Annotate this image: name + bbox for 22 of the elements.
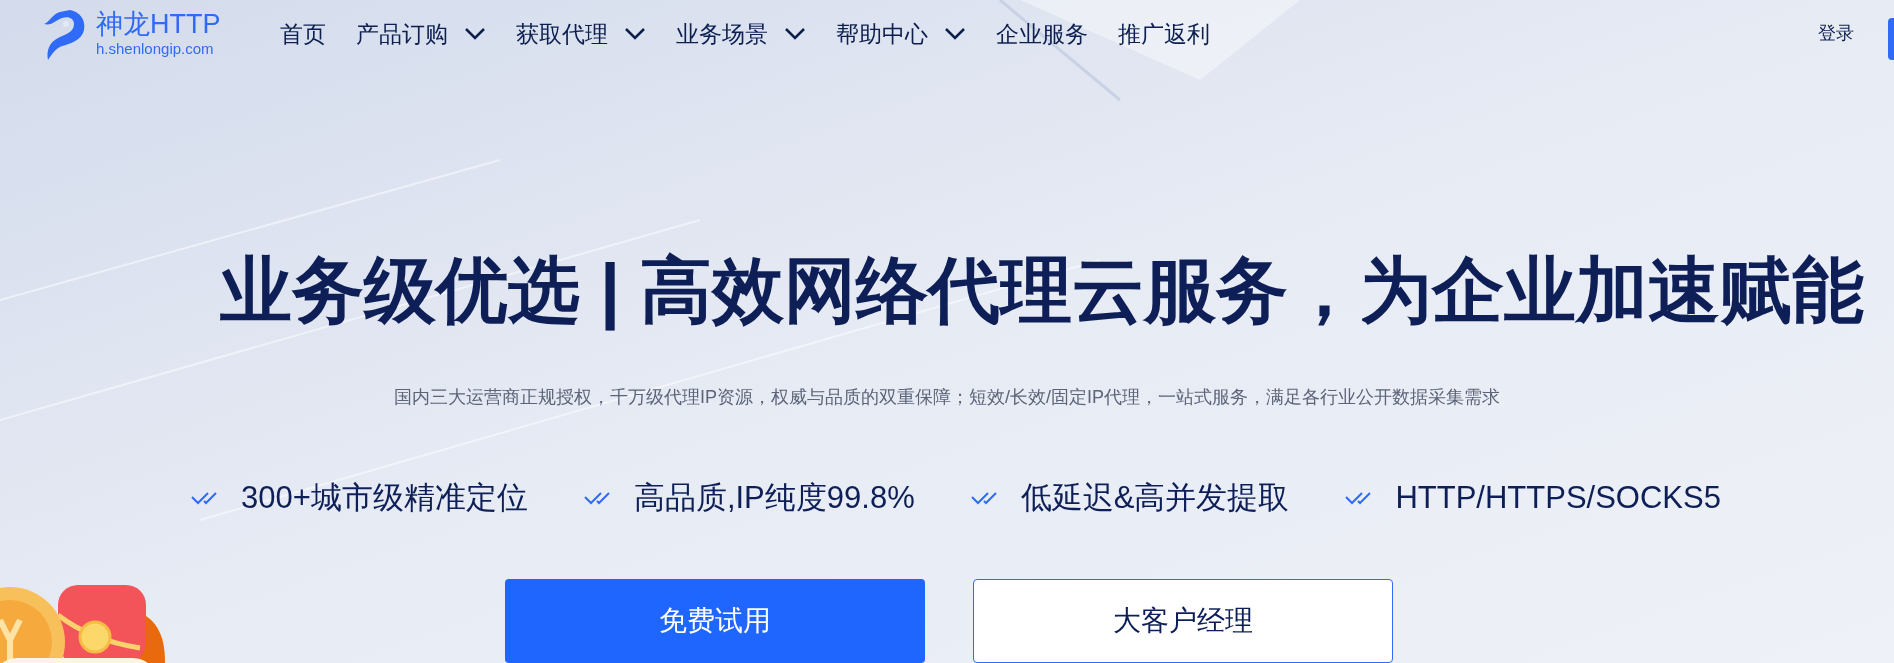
feature-text: 低延迟&高并发提取 xyxy=(1020,478,1290,517)
chevron-down-icon xyxy=(624,26,646,41)
nav-link[interactable]: 推广返利 xyxy=(1118,16,1210,51)
free-trial-button[interactable]: 免费试用 xyxy=(505,579,925,663)
hero-subtitle: 国内三大运营商正规授权，千万级代理IP资源，权威与品质的双重保障；短效/长效/固定IP代理，一站式服务，满足各行业公开数据采集需求 xyxy=(394,385,1500,409)
brand-domain: h.shenlongip.com xyxy=(96,38,215,59)
chevron-down-icon xyxy=(464,26,486,41)
chevron-down-icon xyxy=(784,26,806,41)
nav-link[interactable]: 业务场景 xyxy=(676,16,806,51)
nav-link[interactable]: 首页 xyxy=(280,16,326,51)
brand-name: 神龙HTTP xyxy=(96,8,221,39)
nav-link[interactable]: 企业服务 xyxy=(996,16,1088,51)
chevron-down-icon xyxy=(944,26,966,41)
hero-title: 业务级优选 | 高效网络代理云服务，为企业加速赋能 xyxy=(219,248,1865,333)
feature-text: 300+城市级精准定位 xyxy=(241,478,528,517)
account-manager-button[interactable]: 大客户经理 xyxy=(973,579,1393,663)
feature-text: 高品质,IP纯度99.8% xyxy=(633,478,915,517)
nav-link[interactable]: 产品订购 xyxy=(356,16,486,51)
login-link[interactable]: 登录 xyxy=(1818,20,1854,48)
nav-link[interactable]: 帮助中心 xyxy=(836,16,966,51)
feature-text: HTTP/HTTPS/SOCKS5 xyxy=(1395,478,1721,517)
nav-link[interactable]: 获取代理 xyxy=(516,16,646,51)
